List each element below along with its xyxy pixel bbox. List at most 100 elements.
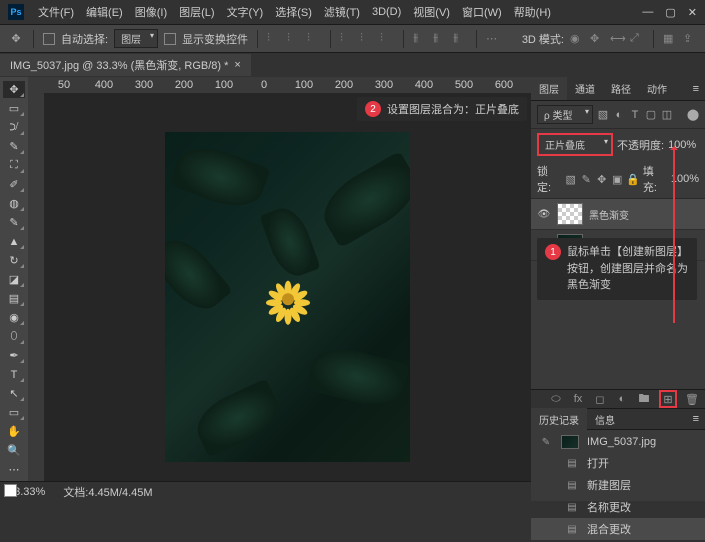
gradient-tool[interactable]: ▤ — [3, 290, 25, 307]
align-right-icon[interactable]: ⫶ — [380, 32, 394, 46]
distribute-h-icon[interactable]: ⫵ — [413, 32, 427, 46]
layer-type-dropdown[interactable]: 图层 — [114, 29, 158, 48]
auto-select-label: 自动选择: — [61, 31, 108, 47]
stamp-tool[interactable]: ▲ — [3, 233, 25, 250]
quick-select-tool[interactable]: ✎ — [3, 138, 25, 155]
workspace-icon[interactable]: ▦ — [663, 32, 677, 46]
filter-adjust-icon[interactable]: ◐ — [613, 109, 625, 121]
heal-tool[interactable]: ◍ — [3, 195, 25, 212]
filter-pixel-icon[interactable]: ▧ — [597, 109, 609, 121]
blur-tool[interactable]: ◉ — [3, 309, 25, 326]
menu-filter[interactable]: 滤镜(T) — [318, 4, 366, 20]
panel-menu-icon[interactable]: ≡ — [687, 83, 705, 95]
crop-tool[interactable]: ⛶ — [3, 157, 25, 174]
tab-paths[interactable]: 路径 — [603, 77, 639, 100]
menu-edit[interactable]: 编辑(E) — [80, 4, 129, 20]
visibility-icon[interactable]: 👁 — [537, 207, 551, 221]
show-transform-checkbox[interactable] — [164, 33, 176, 45]
menu-layer[interactable]: 图层(L) — [173, 4, 220, 20]
layer-mask-icon[interactable]: ◻ — [593, 392, 607, 406]
canvas[interactable] — [44, 93, 531, 501]
filter-smart-icon[interactable]: ◫ — [661, 109, 673, 121]
tab-actions[interactable]: 动作 — [639, 77, 675, 100]
tab-layers[interactable]: 图层 — [531, 77, 567, 100]
brush-tool[interactable]: ✎ — [3, 214, 25, 231]
distribute-icon[interactable]: ⫵ — [453, 32, 467, 46]
window-minimize[interactable]: — — [642, 6, 653, 19]
link-layers-icon[interactable]: ⬭ — [549, 392, 563, 406]
menu-3d[interactable]: 3D(D) — [366, 6, 407, 18]
history-step[interactable]: ▤ 混合更改 — [531, 518, 705, 540]
3d-slide-icon[interactable]: ⟷ — [610, 32, 624, 46]
options-bar: ✥ 自动选择: 图层 显示变换控件 ⫶ ⫶ ⫶ ⫶ ⫶ ⫶ ⫵ ⫵ ⫵ ⋯ 3D… — [0, 25, 705, 53]
delete-layer-icon[interactable]: 🗑 — [685, 392, 699, 406]
adjustment-layer-icon[interactable]: ◐ — [615, 392, 629, 406]
lock-transparent-icon[interactable]: ▧ — [565, 173, 576, 185]
history-step[interactable]: ▤ 新建图层 — [531, 474, 705, 496]
window-maximize[interactable]: ▢ — [665, 6, 675, 19]
3d-orbit-icon[interactable]: ◉ — [570, 32, 584, 46]
distribute-v-icon[interactable]: ⫵ — [433, 32, 447, 46]
layer-item[interactable]: 👁 黑色渐变 — [531, 199, 705, 230]
group-icon[interactable]: 🖿 — [637, 392, 651, 406]
menu-file[interactable]: 文件(F) — [32, 4, 80, 20]
align-top-icon[interactable]: ⫶ — [267, 32, 281, 46]
document-tab[interactable]: IMG_5037.jpg @ 33.3% (黑色渐变, RGB/8) * × — [0, 54, 251, 76]
layer-filter-dropdown[interactable]: ρ 类型 — [537, 105, 593, 124]
lock-all-icon[interactable]: 🔒 — [627, 173, 639, 185]
shape-tool[interactable]: ▭ — [3, 404, 25, 421]
panel-menu-icon[interactable]: ≡ — [687, 413, 705, 425]
menu-help[interactable]: 帮助(H) — [508, 4, 557, 20]
history-list: ✎ IMG_5037.jpg ▤ 打开 ▤ 新建图层 ▤ 名称更改 ▤ 混合更改 — [531, 430, 705, 542]
zoom-tool[interactable]: 🔍 — [3, 442, 25, 459]
menu-image[interactable]: 图像(I) — [129, 4, 173, 20]
layer-thumbnail[interactable] — [557, 203, 583, 225]
dodge-tool[interactable]: ⬯ — [3, 328, 25, 345]
tab-history[interactable]: 历史记录 — [531, 408, 587, 431]
3d-scale-icon[interactable]: ⤢ — [630, 32, 644, 46]
menu-window[interactable]: 窗口(W) — [456, 4, 508, 20]
3d-pan-icon[interactable]: ✥ — [590, 32, 604, 46]
foreground-color[interactable] — [4, 484, 17, 497]
history-step[interactable]: ▤ 打开 — [531, 452, 705, 474]
menu-text[interactable]: 文字(Y) — [221, 4, 270, 20]
menu-view[interactable]: 视图(V) — [407, 4, 456, 20]
eraser-tool[interactable]: ◪ — [3, 271, 25, 288]
filter-toggle-icon[interactable]: ⬤ — [687, 109, 699, 121]
lock-artboard-icon[interactable]: ▣ — [611, 173, 622, 185]
tab-channels[interactable]: 通道 — [567, 77, 603, 100]
auto-select-checkbox[interactable] — [43, 33, 55, 45]
doc-size[interactable]: 文档:4.45M/4.45M — [63, 484, 152, 500]
layer-name[interactable]: 黑色渐变 — [589, 207, 629, 222]
tab-info[interactable]: 信息 — [587, 408, 623, 431]
eyedropper-tool[interactable]: ✐ — [3, 176, 25, 193]
window-close[interactable]: ✕ — [688, 6, 697, 19]
hand-tool[interactable]: ✋ — [3, 423, 25, 440]
align-left-icon[interactable]: ⫶ — [340, 32, 354, 46]
history-snapshot[interactable]: ✎ IMG_5037.jpg — [531, 432, 705, 452]
tab-close-icon[interactable]: × — [234, 59, 240, 71]
type-tool[interactable]: T — [3, 366, 25, 383]
share-icon[interactable]: ⇪ — [683, 32, 697, 46]
move-tool[interactable]: ✥ — [3, 81, 25, 98]
align-bottom-icon[interactable]: ⫶ — [307, 32, 321, 46]
lock-pixels-icon[interactable]: ✎ — [580, 173, 591, 185]
lock-position-icon[interactable]: ✥ — [596, 173, 607, 185]
new-layer-icon[interactable]: ⊞ — [659, 390, 677, 408]
more-align-icon[interactable]: ⋯ — [486, 32, 500, 46]
filter-shape-icon[interactable]: ▢ — [645, 109, 657, 121]
fill-value[interactable]: 100% — [671, 173, 699, 185]
align-hcenter-icon[interactable]: ⫶ — [360, 32, 374, 46]
path-tool[interactable]: ↖ — [3, 385, 25, 402]
filter-text-icon[interactable]: T — [629, 109, 641, 121]
align-vcenter-icon[interactable]: ⫶ — [287, 32, 301, 46]
layer-style-icon[interactable]: fx — [571, 392, 585, 406]
pen-tool[interactable]: ✒ — [3, 347, 25, 364]
history-step[interactable]: ▤ 名称更改 — [531, 496, 705, 518]
menu-select[interactable]: 选择(S) — [269, 4, 318, 20]
marquee-tool[interactable]: ▭ — [3, 100, 25, 117]
lasso-tool[interactable]: ⟉ — [3, 119, 25, 136]
blend-mode-dropdown[interactable]: 正片叠底 — [537, 133, 613, 156]
edit-toolbar[interactable]: ⋯ — [3, 461, 25, 478]
history-brush-tool[interactable]: ↻ — [3, 252, 25, 269]
